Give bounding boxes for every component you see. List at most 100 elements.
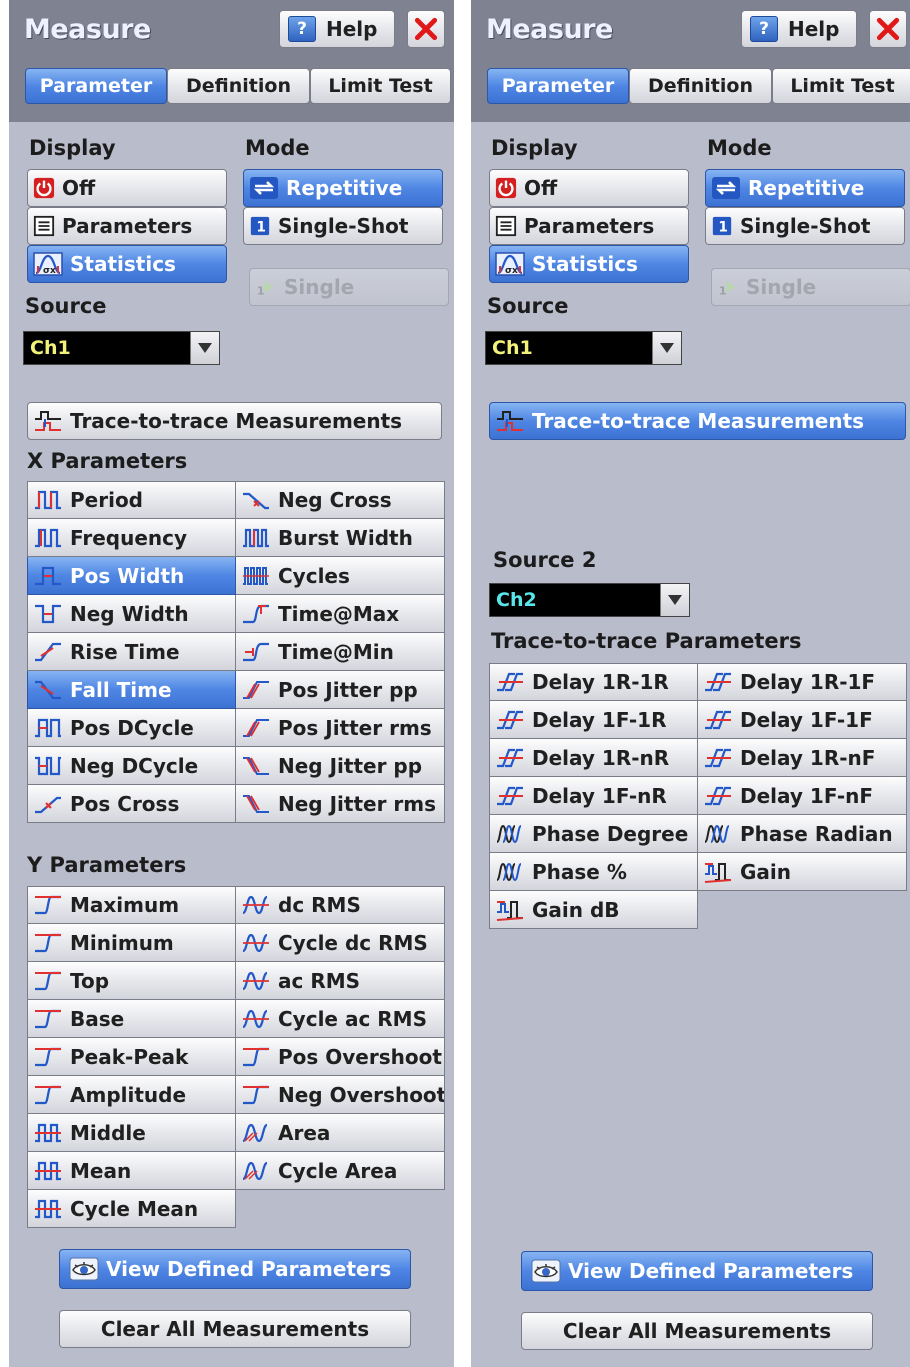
display-parameters-button[interactable]: Parameters	[489, 207, 689, 245]
display-parameters-button[interactable]: Parameters	[27, 207, 227, 245]
display-off-button[interactable]: Off	[489, 169, 689, 207]
param-amplitude[interactable]: Amplitude	[27, 1076, 236, 1114]
source-select[interactable]: Ch1	[485, 331, 682, 365]
mode-single-shot-button[interactable]: 1 Single-Shot	[243, 207, 443, 245]
close-button[interactable]	[407, 10, 445, 48]
param-pos-overshoot[interactable]: Pos Overshoot	[236, 1038, 445, 1076]
param-pos-width[interactable]: Pos Width	[27, 557, 236, 595]
close-button[interactable]	[869, 10, 907, 48]
source-select[interactable]: Ch1	[23, 331, 220, 365]
dropdown-arrow-icon[interactable]	[660, 584, 689, 616]
param-delay-1r-1r[interactable]: Delay 1R-1R	[489, 663, 698, 701]
param-dc-rms[interactable]: dc RMS	[236, 886, 445, 924]
param-cycle-ac-rms[interactable]: Cycle ac RMS	[236, 1000, 445, 1038]
view-defined-parameters-button[interactable]: View Defined Parameters	[521, 1251, 873, 1291]
mode-repetitive-button[interactable]: Repetitive	[243, 169, 443, 207]
trace-to-trace-button[interactable]: Trace-to-trace Measurements	[27, 402, 442, 440]
mode-single-shot-button[interactable]: 1 Single-Shot	[705, 207, 905, 245]
statistics-icon: σx	[495, 252, 525, 276]
param-phase-degree[interactable]: Phase Degree	[489, 815, 698, 853]
neg-width-wave-icon	[33, 602, 63, 626]
param-ac-rms[interactable]: ac RMS	[236, 962, 445, 1000]
param-base[interactable]: Base	[27, 1000, 236, 1038]
param-peak-peak[interactable]: Peak-Peak	[27, 1038, 236, 1076]
param-neg-overshoot[interactable]: Neg Overshoot	[236, 1076, 445, 1114]
param-area[interactable]: Area	[236, 1114, 445, 1152]
param-gain-db[interactable]: Gain dB	[489, 891, 698, 929]
frequency-wave-icon	[33, 526, 63, 550]
param-pos-cross[interactable]: Pos Cross	[27, 785, 236, 823]
param-phase-radian[interactable]: Phase Radian	[698, 815, 907, 853]
param-phase[interactable]: Phase %	[489, 853, 698, 891]
param-cycle-dc-rms[interactable]: Cycle dc RMS	[236, 924, 445, 962]
param-neg-dcycle[interactable]: Neg DCycle	[27, 747, 236, 785]
help-button[interactable]: ? Help	[279, 10, 395, 48]
clear-all-measurements-button[interactable]: Clear All Measurements	[59, 1310, 411, 1348]
param-pos-dcycle[interactable]: Pos DCycle	[27, 709, 236, 747]
param-neg-jitter-pp[interactable]: Neg Jitter pp	[236, 747, 445, 785]
clear-all-measurements-button[interactable]: Clear All Measurements	[521, 1312, 873, 1350]
tab-definition[interactable]: Definition	[167, 68, 310, 104]
delay-wave-icon	[703, 746, 733, 770]
level-wave-icon	[241, 1045, 271, 1069]
display-statistics-button[interactable]: σx Statistics	[27, 245, 227, 283]
param-delay-1f-nf[interactable]: Delay 1F-nF	[698, 777, 907, 815]
param-pos-jitter-pp[interactable]: Pos Jitter pp	[236, 671, 445, 709]
param-label: Minimum	[70, 930, 174, 955]
param-middle[interactable]: Middle	[27, 1114, 236, 1152]
param-neg-cross[interactable]: Neg Cross	[236, 481, 445, 519]
pos-width-wave-icon	[33, 564, 63, 588]
svg-text:1: 1	[256, 220, 266, 236]
param-cycles[interactable]: Cycles	[236, 557, 445, 595]
param-frequency[interactable]: Frequency	[27, 519, 236, 557]
param-gain[interactable]: Gain	[698, 853, 907, 891]
param-delay-1f-1f[interactable]: Delay 1F-1F	[698, 701, 907, 739]
tab-limit-test[interactable]: Limit Test	[310, 68, 451, 104]
param-mean[interactable]: Mean	[27, 1152, 236, 1190]
param-neg-width[interactable]: Neg Width	[27, 595, 236, 633]
tab-parameter[interactable]: Parameter	[487, 68, 629, 104]
panel-title: Measure	[24, 14, 151, 45]
param-top[interactable]: Top	[27, 962, 236, 1000]
mode-repetitive-button[interactable]: Repetitive	[705, 169, 905, 207]
close-icon	[413, 16, 439, 42]
param-delay-1r-nr[interactable]: Delay 1R-nR	[489, 739, 698, 777]
param-label: Frequency	[70, 525, 188, 550]
param-cycle-area[interactable]: Cycle Area	[236, 1152, 445, 1190]
param-label: Burst Width	[278, 525, 413, 550]
area-wave-icon	[241, 1159, 271, 1183]
trace-to-trace-button[interactable]: Trace-to-trace Measurements	[489, 402, 906, 440]
dropdown-arrow-icon[interactable]	[190, 332, 219, 364]
param-minimum[interactable]: Minimum	[27, 924, 236, 962]
display-off-button[interactable]: Off	[27, 169, 227, 207]
param-delay-1f-nr[interactable]: Delay 1F-nR	[489, 777, 698, 815]
param-cycle-mean[interactable]: Cycle Mean	[27, 1190, 236, 1228]
param-label: Period	[70, 488, 143, 512]
single-button-label: Single	[746, 275, 817, 299]
param-time-min[interactable]: Time@Min	[236, 633, 445, 671]
tab-definition[interactable]: Definition	[629, 68, 772, 104]
param-label: Delay 1R-1F	[740, 670, 876, 694]
param-neg-jitter-rms[interactable]: Neg Jitter rms	[236, 785, 445, 823]
param-maximum[interactable]: Maximum	[27, 886, 236, 924]
rms-wave-icon	[241, 893, 271, 917]
param-period[interactable]: Period	[27, 481, 236, 519]
dropdown-arrow-icon[interactable]	[652, 332, 681, 364]
param-burst-width[interactable]: Burst Width	[236, 519, 445, 557]
tab-parameter[interactable]: Parameter	[25, 68, 167, 104]
param-label: Cycle Area	[278, 1158, 398, 1183]
param-pos-jitter-rms[interactable]: Pos Jitter rms	[236, 709, 445, 747]
param-rise-time[interactable]: Rise Time	[27, 633, 236, 671]
param-fall-time[interactable]: Fall Time	[27, 671, 236, 709]
view-defined-parameters-button[interactable]: View Defined Parameters	[59, 1249, 411, 1289]
tab-parameter-label: Parameter	[39, 75, 153, 97]
param-delay-1r-nf[interactable]: Delay 1R-nF	[698, 739, 907, 777]
help-button[interactable]: ? Help	[741, 10, 857, 48]
param-delay-1f-1r[interactable]: Delay 1F-1R	[489, 701, 698, 739]
param-time-max[interactable]: Time@Max	[236, 595, 445, 633]
tab-limit-test[interactable]: Limit Test	[772, 68, 910, 104]
display-statistics-button[interactable]: σx Statistics	[489, 245, 689, 283]
param-delay-1r-1f[interactable]: Delay 1R-1F	[698, 663, 907, 701]
delay-wave-icon	[703, 670, 733, 694]
source2-select[interactable]: Ch2	[489, 583, 690, 617]
